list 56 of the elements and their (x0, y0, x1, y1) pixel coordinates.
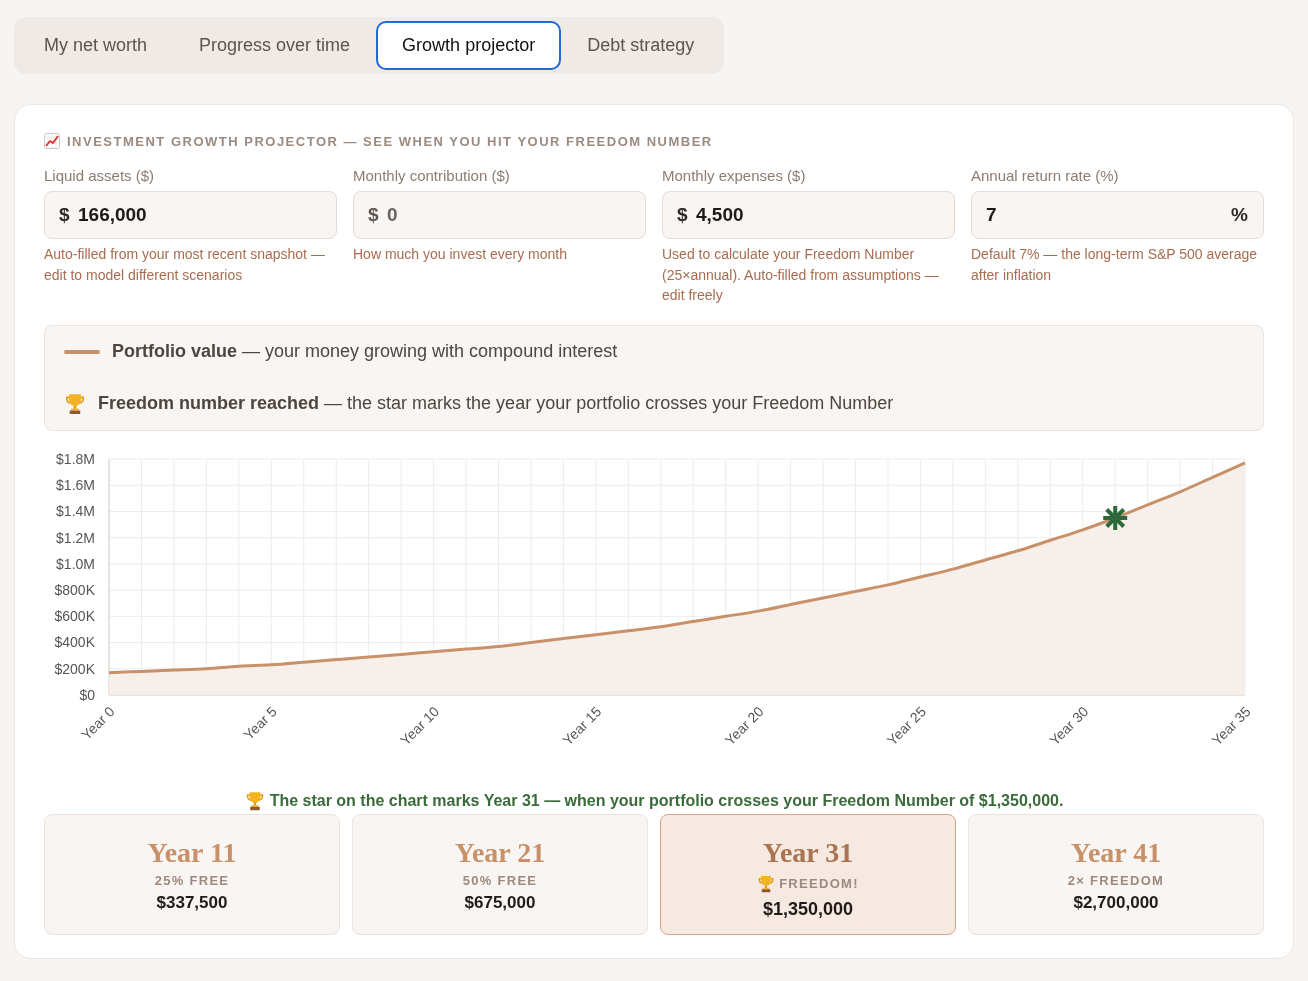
milestone-label: 2× FREEDOM (1067, 871, 1165, 890)
legend-text: Portfolio value — your money growing with compound interest (112, 341, 618, 362)
field-hint: Auto-filled from your most recent snapshot — edit to model different scenarios (44, 245, 326, 285)
milestone-label: FREEDOM! (779, 874, 859, 893)
milestone-year: Year 11 (147, 835, 237, 870)
field-label: Liquid assets ($) (44, 166, 155, 186)
unit-suffix: % (1231, 204, 1248, 226)
milestone-amount: $337,500 (156, 891, 228, 914)
currency-prefix: $ (677, 204, 688, 226)
legend-line-icon (64, 349, 100, 354)
axis-label: Year 0 (78, 702, 118, 743)
milestone-amount: $1,350,000 (762, 897, 854, 920)
field-hint: How much you invest every month (353, 245, 567, 264)
axis-label: $200K (54, 660, 95, 677)
axis-label: $1.2M (56, 529, 95, 546)
field-label: Monthly expenses ($) (662, 166, 806, 186)
axis-label: Year 10 (397, 702, 443, 748)
axis-label: Year 30 (1046, 702, 1092, 748)
field-label: Annual return rate (%) (971, 166, 1119, 186)
milestone-label: 50% FREE (462, 871, 538, 890)
star-marker-icon (1101, 503, 1130, 532)
axis-label: $400K (54, 633, 95, 650)
milestone-amount: $2,700,000 (1073, 891, 1159, 914)
axis-label: Year 25 (883, 702, 929, 748)
axis-label: Year 15 (559, 702, 605, 748)
trophy-icon (64, 392, 86, 415)
freedom-message: The star on the chart marks Year 31 — when your portfolio crosses your Freedom Number of $1,350,000. (269, 791, 1064, 810)
axis-label: $600K (54, 607, 95, 624)
field-hint: Used to calculate your Freedom Number (25×annual). Auto-filled from assumptions — edit freely (662, 245, 940, 305)
axis-label: Year 20 (721, 702, 767, 748)
axis-label: $800K (54, 581, 95, 598)
milestone-year: Year 21 (454, 835, 546, 870)
tab[interactable]: Debt strategy (561, 21, 721, 70)
axis-label: $0 (79, 686, 95, 703)
milestone-year: Year 41 (1070, 835, 1162, 870)
tab[interactable]: Growth projector (376, 21, 562, 70)
tab[interactable]: My net worth (18, 21, 174, 70)
milestone-amount: $675,000 (464, 891, 536, 914)
tab[interactable]: Progress over time (173, 21, 377, 70)
section-title: INVESTMENT GROWTH PROJECTOR — SEE WHEN YOU HIT YOUR FREEDOM NUMBER (67, 133, 713, 149)
chart-increasing-icon (44, 133, 60, 149)
currency-prefix: $ (59, 204, 70, 226)
axis-label: Year 5 (240, 702, 280, 743)
milestone-label: 25% FREE (154, 871, 230, 890)
legend-text: Freedom number reached — the star marks the year your portfolio crosses your Freedom Number (98, 393, 894, 414)
axis-label: Year 35 (1208, 702, 1254, 748)
axis-label: $1.8M (56, 450, 95, 467)
field-label: Monthly contribution ($) (353, 166, 510, 186)
axis-label: $1.4M (56, 502, 95, 519)
axis-label: $1.6M (56, 476, 95, 493)
trophy-icon (244, 790, 265, 811)
trophy-icon (757, 874, 776, 893)
milestone-year: Year 31 (762, 835, 854, 870)
currency-prefix: $ (368, 204, 379, 226)
field-hint: Default 7% — the long-term S&P 500 average after inflation (971, 245, 1259, 285)
axis-label: $1.0M (56, 555, 95, 572)
